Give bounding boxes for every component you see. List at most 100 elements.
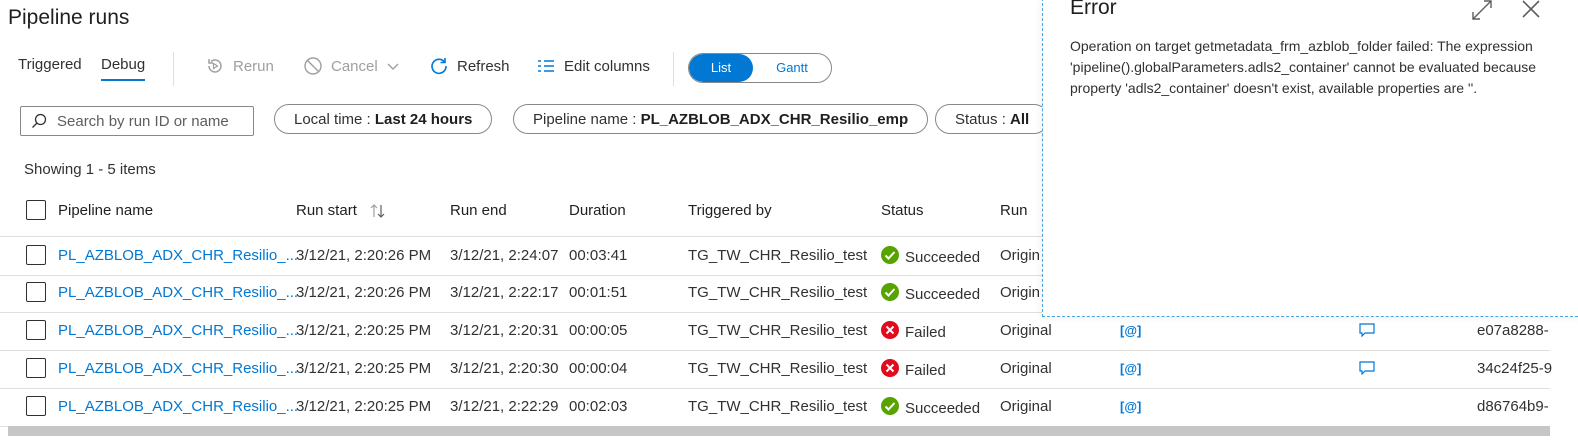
run-end-cell: 3/12/21, 2:24:07 <box>450 247 559 264</box>
status-text: Succeeded <box>905 285 981 303</box>
run-type-cell: Origin <box>1000 247 1041 264</box>
column-header-duration[interactable]: Duration <box>569 202 626 219</box>
status-cell: Succeeded <box>881 283 980 305</box>
pipeline-name-filter-label: Pipeline name : <box>533 111 641 128</box>
pipeline-name-link[interactable]: PL_AZBLOB_ADX_CHR_Resilio_... <box>58 398 298 415</box>
toolbar-divider <box>173 52 174 86</box>
duration-cell: 00:02:03 <box>569 398 628 415</box>
showing-count: Showing 1 - 5 items <box>24 161 156 178</box>
horizontal-scrollbar[interactable] <box>8 426 1550 436</box>
duration-cell: 00:00:04 <box>569 360 628 377</box>
parameters-icon[interactable]: [@] <box>1120 399 1141 414</box>
success-check-icon <box>881 246 899 268</box>
run-id-cell: d86764b9- <box>1477 398 1549 415</box>
run-end-cell: 3/12/21, 2:20:30 <box>450 360 559 377</box>
refresh-label: Refresh <box>457 57 510 75</box>
expand-icon[interactable] <box>1470 0 1494 22</box>
edit-columns-label: Edit columns <box>564 57 650 75</box>
gantt-view-option[interactable]: Gantt <box>753 54 831 82</box>
row-checkbox[interactable] <box>26 282 46 302</box>
comment-icon[interactable] <box>1359 323 1375 341</box>
pipeline-name-link[interactable]: PL_AZBLOB_ADX_CHR_Resilio_... <box>58 247 298 264</box>
triggered-by-cell: TG_TW_CHR_Resilio_test <box>688 247 868 264</box>
row-checkbox[interactable] <box>26 396 46 416</box>
column-header-run-start[interactable]: Run start <box>296 202 387 219</box>
status-text: Succeeded <box>905 248 981 266</box>
run-type-cell: Original <box>1000 322 1052 339</box>
duration-cell: 00:00:05 <box>569 322 628 339</box>
search-box <box>20 106 254 136</box>
triggered-by-cell: TG_TW_CHR_Resilio_test <box>688 322 868 339</box>
run-start-cell: 3/12/21, 2:20:26 PM <box>296 247 432 264</box>
parameters-icon[interactable]: [@] <box>1120 361 1141 376</box>
rerun-icon <box>208 59 222 73</box>
run-start-cell: 3/12/21, 2:20:25 PM <box>296 360 432 377</box>
parameters-icon[interactable]: [@] <box>1120 323 1141 338</box>
run-end-cell: 3/12/21, 2:20:31 <box>450 322 559 339</box>
table-row[interactable]: PL_AZBLOB_ADX_CHR_Resilio_... 3/12/21, 2:… <box>0 388 1550 427</box>
search-input[interactable] <box>55 111 249 131</box>
pipeline-name-filter[interactable]: Pipeline name : PL_AZBLOB_ADX_CHR_Resili… <box>513 104 929 134</box>
search-icon <box>32 113 47 128</box>
pipeline-name-link[interactable]: PL_AZBLOB_ADX_CHR_Resilio_... <box>58 322 298 339</box>
tab-debug[interactable]: Debug <box>101 56 146 81</box>
chevron-down-icon[interactable] <box>386 59 400 73</box>
local-time-filter-value: Last 24 hours <box>374 111 473 128</box>
status-text: Failed <box>905 361 946 379</box>
cancel-icon <box>304 57 322 75</box>
row-checkbox[interactable] <box>26 358 46 378</box>
failed-error-icon <box>881 359 899 381</box>
tab-triggered[interactable]: Triggered <box>18 56 82 79</box>
column-header-status[interactable]: Status <box>881 202 924 219</box>
status-text: Failed <box>905 323 946 341</box>
table-row[interactable]: PL_AZBLOB_ADX_CHR_Resilio_... 3/12/21, 2:… <box>0 312 1550 351</box>
refresh-button[interactable]: Refresh <box>429 56 510 76</box>
pipeline-name-link[interactable]: PL_AZBLOB_ADX_CHR_Resilio_... <box>58 284 298 301</box>
cancel-button[interactable]: Cancel <box>303 56 400 76</box>
rerun-button[interactable]: Rerun <box>205 56 274 76</box>
pipeline-name-filter-value: PL_AZBLOB_ADX_CHR_Resilio_emp <box>640 111 909 128</box>
list-view-option[interactable]: List <box>689 54 753 82</box>
status-filter[interactable]: Status : All <box>935 104 1050 134</box>
local-time-filter[interactable]: Local time : Last 24 hours <box>274 104 493 134</box>
pipeline-name-link[interactable]: PL_AZBLOB_ADX_CHR_Resilio_... <box>58 360 298 377</box>
columns-icon <box>538 60 554 72</box>
status-filter-value: All <box>1010 111 1030 128</box>
sort-icon[interactable] <box>369 203 387 218</box>
triggered-by-cell: TG_TW_CHR_Resilio_test <box>688 284 868 301</box>
page-title: Pipeline runs <box>8 6 130 29</box>
success-check-icon <box>881 397 899 419</box>
status-cell: Succeeded <box>881 246 980 268</box>
duration-cell: 00:03:41 <box>569 247 628 264</box>
table-row[interactable]: PL_AZBLOB_ADX_CHR_Resilio_... 3/12/21, 2:… <box>0 350 1552 389</box>
cancel-label: Cancel <box>331 57 378 75</box>
run-type-cell: Original <box>1000 398 1052 415</box>
run-id-cell: e07a8288- <box>1477 322 1549 339</box>
run-end-cell: 3/12/21, 2:22:17 <box>450 284 559 301</box>
view-toggle: List Gantt <box>688 53 832 83</box>
run-start-cell: 3/12/21, 2:20:25 PM <box>296 322 432 339</box>
row-checkbox[interactable] <box>26 245 46 265</box>
run-type-cell: Original <box>1000 360 1052 377</box>
edit-columns-button[interactable]: Edit columns <box>536 56 650 76</box>
run-start-cell: 3/12/21, 2:20:26 PM <box>296 284 432 301</box>
error-panel: Error Operation on target getmetadata_fr… <box>1042 0 1578 317</box>
triggered-by-cell: TG_TW_CHR_Resilio_test <box>688 398 868 415</box>
triggered-by-cell: TG_TW_CHR_Resilio_test <box>688 360 868 377</box>
local-time-filter-label: Local time : <box>294 111 375 128</box>
column-header-pipeline-name[interactable]: Pipeline name <box>58 202 153 219</box>
run-start-header-label: Run start <box>296 202 357 219</box>
column-header-triggered-by[interactable]: Triggered by <box>688 202 772 219</box>
comment-icon[interactable] <box>1359 361 1375 379</box>
error-panel-title: Error <box>1070 0 1117 19</box>
column-header-run[interactable]: Run <box>1000 202 1028 219</box>
rerun-label: Rerun <box>233 57 274 75</box>
close-icon[interactable] <box>1520 0 1542 20</box>
row-checkbox[interactable] <box>26 320 46 340</box>
column-header-run-end[interactable]: Run end <box>450 202 507 219</box>
status-cell: Succeeded <box>881 397 980 419</box>
status-filter-label: Status : <box>955 111 1011 128</box>
run-end-cell: 3/12/21, 2:22:29 <box>450 398 559 415</box>
duration-cell: 00:01:51 <box>569 284 628 301</box>
select-all-checkbox[interactable] <box>26 200 46 220</box>
